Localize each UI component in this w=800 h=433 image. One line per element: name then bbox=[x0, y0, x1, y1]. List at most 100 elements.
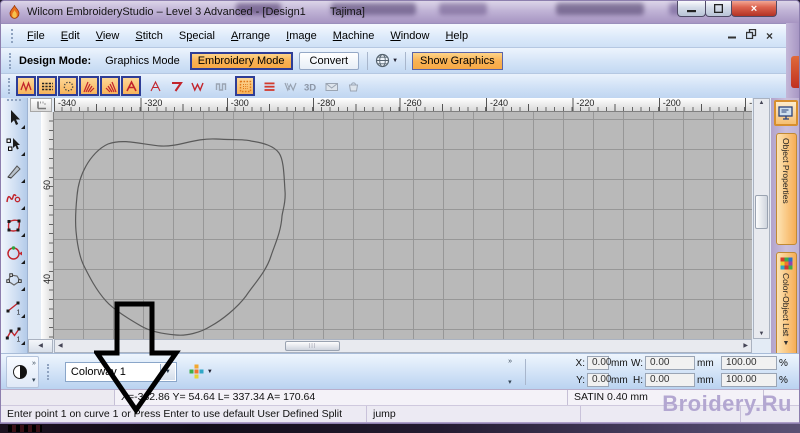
menu-edit[interactable]: Edit bbox=[53, 27, 88, 45]
x-field[interactable]: 0.00 bbox=[587, 356, 609, 370]
satin-fill-icon[interactable] bbox=[121, 76, 141, 96]
object-properties-icon[interactable] bbox=[774, 100, 798, 126]
flexi-split-fill-icon[interactable] bbox=[79, 76, 99, 96]
tab-scroll-up-icon[interactable]: △ bbox=[783, 328, 788, 336]
svg-text:3D: 3D bbox=[304, 82, 316, 93]
overflow-down-icon[interactable]: ▾ bbox=[32, 377, 36, 384]
menu-help[interactable]: Help bbox=[437, 27, 476, 45]
horizontal-ruler: -340-320-300-280-260-240-220-200-180 bbox=[54, 98, 752, 112]
toolbar-grip[interactable] bbox=[8, 78, 12, 94]
vertical-scroll-thumb[interactable] bbox=[755, 195, 768, 229]
h-field[interactable]: 0.00 bbox=[645, 373, 695, 387]
hoop-globe-button[interactable]: ▼ bbox=[372, 51, 401, 70]
tatami-fill-icon[interactable] bbox=[37, 76, 57, 96]
flyout-triangle-icon[interactable] bbox=[21, 341, 25, 345]
flyout-triangle-icon[interactable] bbox=[21, 314, 25, 318]
overflow-chevron-icon[interactable]: » bbox=[32, 360, 36, 367]
w-label: W: bbox=[625, 358, 643, 369]
flyout-triangle-icon[interactable] bbox=[21, 287, 25, 291]
flyout-triangle-icon[interactable] bbox=[21, 152, 25, 156]
v-ruler-label: 60 bbox=[42, 176, 52, 194]
overflow-chevron-icon[interactable]: » bbox=[508, 358, 512, 365]
design-view-icon[interactable] bbox=[12, 364, 28, 380]
polygon-tool[interactable] bbox=[3, 267, 26, 292]
ruler-origin-button[interactable] bbox=[30, 98, 52, 112]
w-field[interactable]: 0.00 bbox=[645, 356, 695, 370]
run-stitch-icon[interactable] bbox=[16, 76, 36, 96]
glass-smudge bbox=[439, 3, 487, 15]
motif-fill-icon[interactable] bbox=[58, 76, 78, 96]
scale-h-field[interactable]: 100.00 bbox=[721, 373, 777, 387]
mdi-restore-icon[interactable] bbox=[746, 29, 757, 42]
maximize-button[interactable] bbox=[705, 1, 732, 17]
y-field[interactable]: 0.00 bbox=[587, 373, 609, 387]
toolbar-grip[interactable] bbox=[47, 364, 51, 380]
flyout-triangle-icon[interactable] bbox=[21, 233, 25, 237]
florentine-fill-icon[interactable] bbox=[100, 76, 120, 96]
mdi-minimize-icon[interactable] bbox=[728, 30, 737, 42]
menu-special[interactable]: Special bbox=[171, 27, 223, 45]
toolbar-grip[interactable] bbox=[7, 99, 21, 103]
menu-arrange[interactable]: Arrange bbox=[223, 27, 278, 45]
run-input-tool[interactable]: 1 bbox=[3, 294, 26, 319]
vertical-scrollbar[interactable]: ▲ ▼ bbox=[753, 98, 770, 339]
menu-image[interactable]: Image bbox=[278, 27, 325, 45]
scroll-up-icon[interactable]: ▲ bbox=[759, 100, 765, 106]
input-c-tool[interactable]: 1 bbox=[3, 321, 26, 346]
menu-stitch[interactable]: Stitch bbox=[127, 27, 171, 45]
satin-lines-icon[interactable] bbox=[259, 76, 279, 96]
graphics-mode-button[interactable]: Graphics Mode bbox=[97, 52, 188, 70]
scroll-right-icon[interactable]: ▶ bbox=[743, 343, 748, 349]
close-button[interactable]: × bbox=[731, 1, 777, 17]
stitch-icons: 3D bbox=[16, 76, 364, 96]
scale-w-field[interactable]: 100.00 bbox=[721, 356, 777, 370]
menu-file[interactable]: File bbox=[19, 27, 53, 45]
menu-view[interactable]: View bbox=[88, 27, 128, 45]
x-label: X: bbox=[535, 358, 585, 369]
toolbar-grip[interactable] bbox=[9, 53, 13, 69]
show-graphics-button[interactable]: Show Graphics bbox=[412, 52, 503, 70]
convert-button[interactable]: Convert bbox=[299, 52, 360, 70]
minimize-button[interactable] bbox=[677, 1, 706, 17]
tab-scroll-down-icon[interactable]: ▼ bbox=[783, 340, 790, 347]
menu-machine[interactable]: Machine bbox=[325, 27, 383, 45]
envelope-effect-icon bbox=[322, 76, 342, 96]
program-split-icon[interactable] bbox=[235, 76, 255, 96]
flyout-triangle-icon[interactable] bbox=[21, 260, 25, 264]
toolbar-grip[interactable] bbox=[11, 29, 15, 43]
select-tool[interactable] bbox=[3, 105, 26, 130]
glass-smudge bbox=[556, 3, 644, 15]
h-label: H: bbox=[625, 375, 643, 386]
pan-buttons[interactable]: ◀ bbox=[28, 339, 53, 353]
flyout-triangle-icon[interactable] bbox=[21, 179, 25, 183]
overflow-down-icon[interactable]: ▾ bbox=[508, 379, 512, 386]
ellipse-tool[interactable] bbox=[3, 240, 26, 265]
knife-tool[interactable] bbox=[3, 159, 26, 184]
pan-left-icon[interactable]: ◀ bbox=[38, 343, 43, 349]
satin-special-icon[interactable] bbox=[145, 76, 165, 96]
reshape-tool[interactable] bbox=[3, 132, 26, 157]
tab-object-properties[interactable]: Object Properties bbox=[776, 133, 797, 245]
scroll-left-icon[interactable]: ◀ bbox=[58, 343, 63, 349]
h-ruler-label: -240 bbox=[490, 98, 508, 108]
embroidery-mode-button[interactable]: Embroidery Mode bbox=[190, 52, 293, 70]
closed-object-tool[interactable] bbox=[3, 213, 26, 238]
3d-effect-icon: 3D bbox=[301, 76, 321, 96]
mdi-close-icon[interactable]: × bbox=[766, 31, 773, 41]
menu-window[interactable]: Window bbox=[382, 27, 437, 45]
ribbon-stitch-icon[interactable] bbox=[166, 76, 186, 96]
flyout-triangle-icon[interactable] bbox=[21, 125, 25, 129]
separator bbox=[367, 52, 368, 70]
docked-panel-tabs: Object Properties Color-Object List △ ▼ bbox=[771, 98, 800, 353]
flyout-triangle-icon[interactable] bbox=[21, 206, 25, 210]
scroll-down-icon[interactable]: ▼ bbox=[759, 331, 765, 337]
colorway-editor-button[interactable]: ▼ bbox=[189, 364, 213, 379]
annotation-arrow bbox=[94, 300, 182, 414]
transform-panel: » ▾ X: 0.00 mm W: 0.00 mm 100.00 % Y: 0.… bbox=[508, 356, 793, 387]
horizontal-scroll-thumb[interactable]: ||| bbox=[285, 341, 340, 351]
freehand-embroidery-tool[interactable] bbox=[3, 186, 26, 211]
h-ruler-label: -200 bbox=[663, 98, 681, 108]
zigzag-stitch-icon[interactable] bbox=[187, 76, 207, 96]
menu-items: FileEditViewStitchSpecialArrangeImageMac… bbox=[19, 27, 476, 45]
stem-stitch-icon bbox=[280, 76, 300, 96]
